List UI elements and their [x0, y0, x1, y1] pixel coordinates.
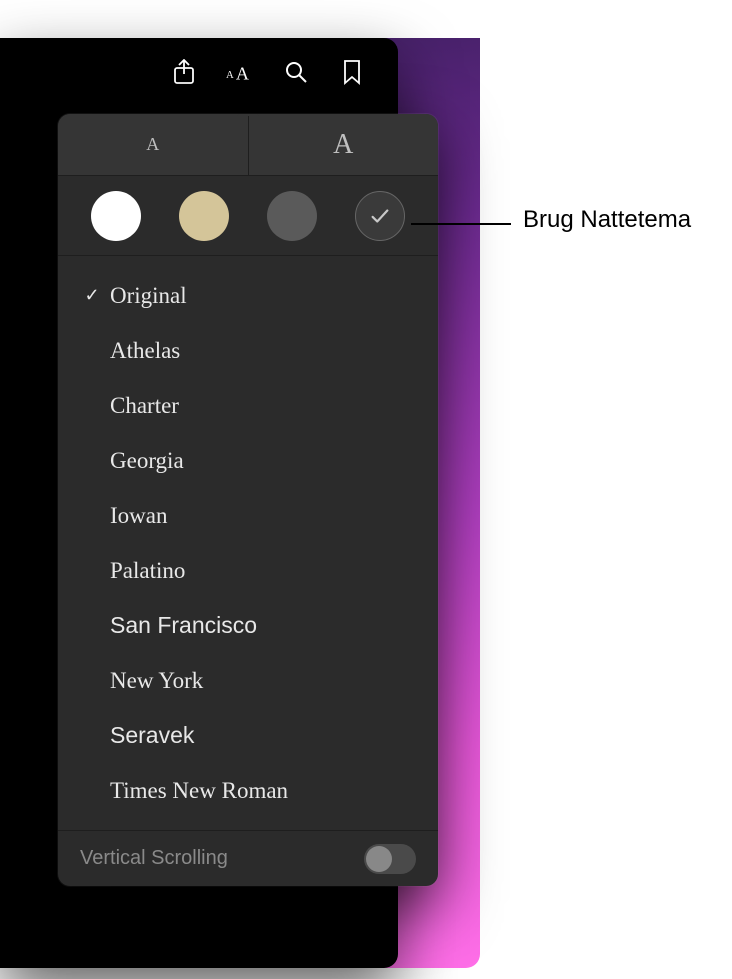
font-item-seravek[interactable]: Seravek [58, 708, 438, 763]
font-label: Athelas [110, 338, 180, 364]
theme-row [58, 176, 438, 256]
font-item-charter[interactable]: Charter [58, 378, 438, 433]
font-label: San Francisco [110, 612, 257, 639]
font-item-original[interactable]: ✓ Original [58, 268, 438, 323]
font-item-iowan[interactable]: Iowan [58, 488, 438, 543]
theme-gray[interactable] [267, 191, 317, 241]
font-label: Palatino [110, 558, 185, 584]
font-label: Seravek [110, 722, 194, 749]
svg-text:A: A [236, 63, 249, 83]
vertical-scrolling-row: Vertical Scrolling [58, 830, 438, 886]
font-label: Original [110, 283, 187, 309]
vertical-scrolling-label: Vertical Scrolling [80, 847, 228, 870]
font-item-new-york[interactable]: New York [58, 653, 438, 708]
font-label: Times New Roman [110, 778, 288, 804]
check-icon [369, 205, 391, 227]
font-item-palatino[interactable]: Palatino [58, 543, 438, 598]
font-item-georgia[interactable]: Georgia [58, 433, 438, 488]
font-item-san-francisco[interactable]: San Francisco [58, 598, 438, 653]
theme-sepia[interactable] [179, 191, 229, 241]
callout-label: Brug Nattetema [523, 206, 691, 234]
toggle-knob [366, 846, 392, 872]
bookmark-icon[interactable] [338, 58, 366, 86]
font-label: Iowan [110, 503, 167, 529]
font-label: Georgia [110, 448, 184, 474]
appearance-popover: A A ✓ Original Athelas Charter Georgia [58, 114, 438, 886]
increase-text-size-button[interactable]: A [249, 114, 439, 175]
font-label: Charter [110, 393, 179, 419]
check-icon: ✓ [80, 285, 104, 306]
decrease-text-size-button[interactable]: A [58, 114, 248, 175]
theme-night[interactable] [355, 191, 405, 241]
font-list: ✓ Original Athelas Charter Georgia Iowan… [58, 256, 438, 830]
font-item-times-new-roman[interactable]: Times New Roman [58, 763, 438, 818]
theme-white[interactable] [91, 191, 141, 241]
text-size-row: A A [58, 114, 438, 176]
font-item-athelas[interactable]: Athelas [58, 323, 438, 378]
search-icon[interactable] [282, 58, 310, 86]
callout-line [411, 223, 511, 225]
font-label: New York [110, 668, 203, 694]
toolbar: A A [170, 58, 366, 86]
svg-text:A: A [226, 69, 234, 81]
vertical-scrolling-toggle[interactable] [364, 844, 416, 874]
popover-arrow [237, 114, 259, 116]
share-icon[interactable] [170, 58, 198, 86]
text-size-icon[interactable]: A A [226, 58, 254, 86]
